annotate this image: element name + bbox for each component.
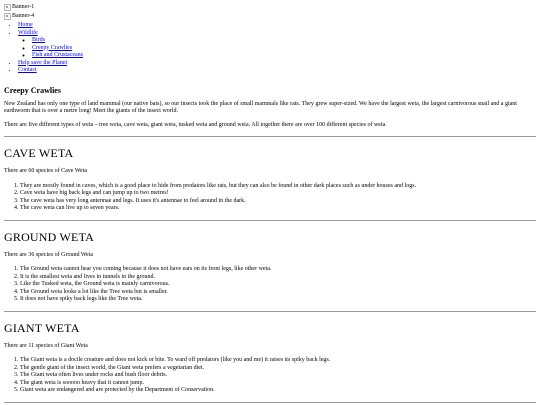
section-heading: GIANT WETA bbox=[4, 320, 80, 335]
list-item: The cave weta can live up to seven years… bbox=[20, 205, 536, 213]
nav-item-help: Help save the Planet bbox=[18, 60, 536, 68]
facts-list: The Giant weta is a docile creature and … bbox=[4, 357, 536, 395]
nav-link-fish-and-crustaceans[interactable]: Fish and Crustaceans bbox=[32, 52, 83, 58]
species-count: There are 36 species of Ground Weta bbox=[4, 251, 94, 258]
list-item: The Giant weta often lives under rocks a… bbox=[20, 372, 536, 380]
list-item: It is the smallest weta and lives in tun… bbox=[20, 274, 536, 282]
list-item: They are mostly found in caves, which is… bbox=[20, 183, 536, 191]
species-count: There are 11 species of Giant Weta bbox=[4, 342, 88, 349]
section-heading: GROUND WETA bbox=[4, 229, 95, 244]
list-item: The Giant weta is a docile creature and … bbox=[20, 357, 536, 365]
main-nav: Home Wildlife Birds Creepy Crawlies Fish… bbox=[4, 22, 536, 75]
broken-image-icon bbox=[4, 4, 11, 11]
intro-paragraph: There are five different types of weta –… bbox=[4, 121, 387, 128]
intro-paragraph: New Zealand has only one type of land ma… bbox=[4, 100, 517, 115]
list-item: The cave weta has very long antennae and… bbox=[20, 198, 536, 206]
banner-1: Banner-1 bbox=[4, 3, 536, 12]
section-heading: CAVE WETA bbox=[4, 146, 74, 160]
list-item: The gentle giant of the insect world, th… bbox=[20, 365, 536, 373]
facts-list: They are mostly found in caves, which is… bbox=[4, 183, 536, 213]
nav-item-home: Home bbox=[18, 22, 536, 30]
list-item: The Ground weta cannot hear you coming b… bbox=[20, 266, 536, 274]
banner-1-alt: Banner-1 bbox=[12, 3, 35, 10]
page: Banner-1 Banner-4 Home Wildlife Birds Cr… bbox=[0, 0, 540, 403]
banner-4-alt: Banner-4 bbox=[12, 12, 35, 19]
list-item: Like the Tusked weta, the Ground weta is… bbox=[20, 281, 536, 289]
divider bbox=[4, 401, 536, 403]
nav-link-creepy-crawlies[interactable]: Creepy Crawlies bbox=[32, 45, 72, 51]
divider bbox=[4, 219, 536, 221]
nav-item-wildlife: Wildlife Birds Creepy Crawlies Fish and … bbox=[18, 30, 536, 60]
list-item: The giant weta is sooooo heavy that it c… bbox=[20, 380, 536, 388]
nav-link-help-save-the-planet[interactable]: Help save the Planet bbox=[18, 60, 67, 66]
list-item: Cave weta have big back legs and can jum… bbox=[20, 190, 536, 198]
list-item: It does not have spiky back legs like th… bbox=[20, 296, 536, 304]
list-item: Giant weta are endangered and are protec… bbox=[20, 387, 536, 395]
banner-4: Banner-4 bbox=[4, 12, 536, 21]
nav-link-birds[interactable]: Birds bbox=[32, 37, 45, 43]
broken-image-icon bbox=[4, 13, 11, 20]
facts-list: The Ground weta cannot hear you coming b… bbox=[4, 266, 536, 304]
nav-item-contact: Contact bbox=[18, 67, 536, 75]
nav-link-home[interactable]: Home bbox=[18, 22, 33, 28]
nav-item-fish: Fish and Crustaceans bbox=[32, 52, 536, 60]
nav-item-birds: Birds bbox=[32, 37, 536, 45]
divider bbox=[4, 310, 536, 312]
page-title: Creepy Crawlies bbox=[4, 85, 61, 95]
nav-item-creepy-crawlies: Creepy Crawlies bbox=[32, 45, 536, 53]
nav-link-wildlife[interactable]: Wildlife bbox=[18, 30, 38, 36]
divider bbox=[4, 136, 536, 137]
species-count: There are 60 species of Cave Weta bbox=[4, 168, 88, 174]
list-item: The Ground weta looks a lot like the Tre… bbox=[20, 289, 536, 297]
wildlife-submenu: Birds Creepy Crawlies Fish and Crustacea… bbox=[18, 37, 536, 60]
nav-link-contact[interactable]: Contact bbox=[18, 67, 37, 73]
